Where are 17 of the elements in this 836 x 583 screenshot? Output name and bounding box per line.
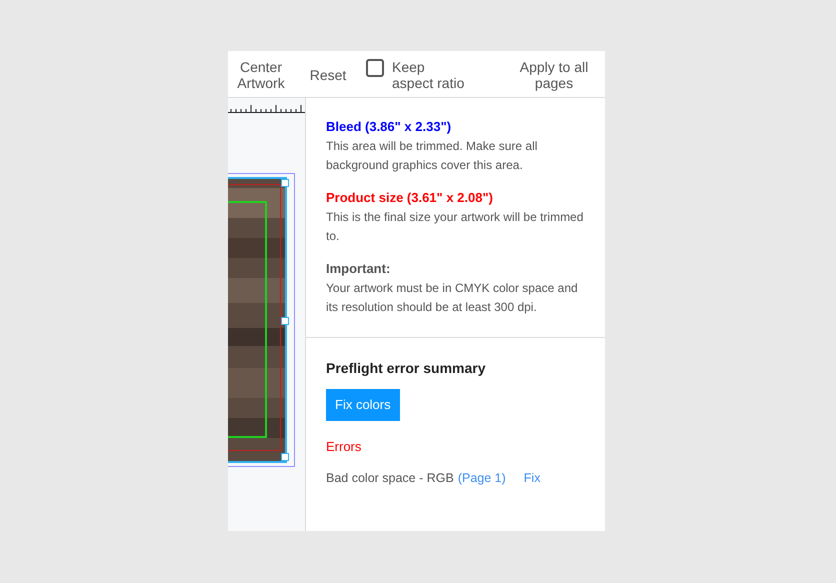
info-title: Important: (326, 260, 392, 277)
checkbox-label: Keep aspect ratio (392, 59, 466, 91)
toolbar-button[interactable]: Center Artwork (228, 51, 294, 91)
checkbox[interactable] (366, 59, 384, 77)
info-title: Product size (3.61" x 2.08") (326, 189, 494, 206)
info-text: Your artwork must be in CMYK color space and its resolution should be at least 300 dpi. (326, 280, 579, 316)
errors-title: Errors (326, 438, 362, 456)
section-title: Preflight error summary (326, 359, 486, 378)
resize-handle[interactable] (281, 317, 289, 325)
info-text: This is the final size your artwork will be trimmed to. (326, 209, 584, 245)
info-title: Bleed (3.86" x 2.33") (326, 118, 452, 135)
resize-handle[interactable] (281, 453, 289, 461)
toolbar-button[interactable]: Apply to all pages (509, 51, 599, 91)
error-text: Bad color space - RGB (326, 470, 454, 487)
info-text: This area will be trimmed. Make sure all background graphics cover this area. (326, 138, 538, 174)
resize-handle[interactable] (281, 179, 289, 187)
toolbar-button[interactable]: Reset (294, 51, 362, 83)
